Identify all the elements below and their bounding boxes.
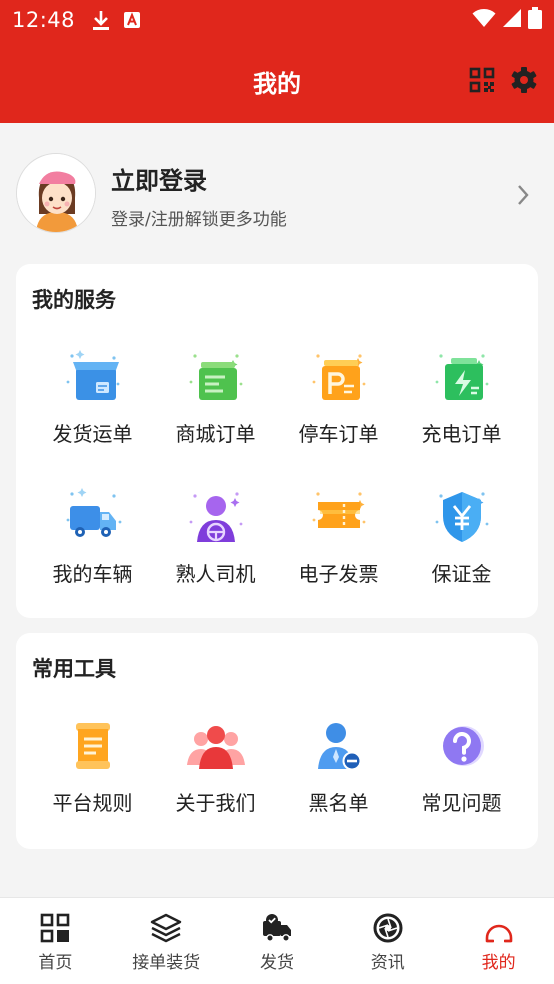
tool-item-platform-rules[interactable]: 平台规则	[31, 713, 154, 816]
tool-label: 关于我们	[175, 791, 256, 815]
profile-icon	[483, 912, 515, 944]
service-item-mall-order[interactable]: 商城订单	[154, 344, 277, 447]
tool-label: 黑名单	[308, 791, 369, 815]
nav-label: 资讯	[370, 953, 405, 973]
tool-label: 常见问题	[421, 791, 502, 815]
blacklist-user-icon	[306, 713, 372, 779]
avatar[interactable]	[16, 153, 96, 233]
service-label: 发货运单	[52, 422, 133, 446]
aperture-icon	[372, 912, 404, 944]
delivery-truck-icon	[261, 912, 293, 944]
service-item-e-invoice[interactable]: 电子发票	[277, 484, 400, 587]
qr-code-icon[interactable]	[469, 67, 495, 93]
tools-title: 常用工具	[32, 657, 116, 681]
cargo-box-icon	[60, 344, 126, 410]
login-title[interactable]: 立即登录	[111, 161, 207, 196]
service-label: 商城订单	[175, 422, 256, 446]
download-icon	[91, 9, 111, 31]
status-time: 12:48	[12, 8, 76, 32]
service-label: 停车订单	[298, 422, 379, 446]
tool-item-about-us[interactable]: 关于我们	[154, 713, 277, 816]
layers-icon	[150, 912, 182, 944]
service-label: 电子发票	[298, 562, 379, 586]
nav-item-mine[interactable]: 我的	[443, 898, 554, 984]
services-title: 我的服务	[32, 288, 116, 312]
nav-label: 接单装货	[132, 953, 201, 973]
wifi-icon	[472, 8, 496, 32]
battery-icon	[528, 7, 542, 33]
nav-item-home[interactable]: 首页	[0, 898, 111, 984]
home-grid-icon	[39, 912, 71, 944]
mall-order-icon	[183, 344, 249, 410]
gear-icon[interactable]	[510, 66, 538, 94]
nav-label: 发货	[259, 953, 294, 973]
status-bar: 12:48	[0, 0, 554, 40]
tool-item-faq[interactable]: 常见问题	[400, 713, 523, 816]
service-label: 我的车辆	[52, 562, 133, 586]
invoice-ticket-icon	[306, 484, 372, 550]
tool-label: 平台规则	[52, 791, 133, 815]
truck-icon	[60, 484, 126, 550]
service-item-my-vehicles[interactable]: 我的车辆	[31, 484, 154, 587]
service-item-parking-order[interactable]: 停车订单	[277, 344, 400, 447]
service-item-shipping-waybill[interactable]: 发货运单	[31, 344, 154, 447]
nav-label: 我的	[481, 953, 516, 973]
tools-card: 常用工具 平台规则 关于我们 黑名单 常见问题	[16, 633, 538, 849]
service-label: 充电订单	[421, 422, 502, 446]
question-icon	[429, 713, 495, 779]
services-card: 我的服务 发货运单 商城订单 停车订单 充电订单 我的车辆 熟人司机 电子发票 …	[16, 264, 538, 618]
nav-item-news[interactable]: 资讯	[332, 898, 443, 984]
a-icon	[123, 11, 141, 29]
nav-item-take-orders[interactable]: 接单装货	[111, 898, 222, 984]
parking-order-icon	[306, 344, 372, 410]
service-label: 保证金	[431, 562, 492, 586]
deposit-shield-icon	[429, 484, 495, 550]
driver-icon	[183, 484, 249, 550]
tool-item-blacklist[interactable]: 黑名单	[277, 713, 400, 816]
service-item-charging-order[interactable]: 充电订单	[400, 344, 523, 447]
profile-section[interactable]: 立即登录 登录/注册解锁更多功能	[0, 123, 554, 253]
team-icon	[183, 713, 249, 779]
top-header: 我的	[0, 40, 554, 123]
nav-item-ship[interactable]: 发货	[222, 898, 333, 984]
service-item-deposit[interactable]: 保证金	[400, 484, 523, 587]
login-subtitle: 登录/注册解锁更多功能	[111, 210, 287, 230]
service-item-acquaintance-driver[interactable]: 熟人司机	[154, 484, 277, 587]
charging-order-icon	[429, 344, 495, 410]
signal-icon	[502, 8, 522, 32]
rules-scroll-icon	[60, 713, 126, 779]
bottom-navigation: 首页 接单装货 发货 资讯 我的	[0, 897, 554, 984]
service-label: 熟人司机	[175, 562, 256, 586]
chevron-right-icon[interactable]	[516, 183, 530, 211]
nav-label: 首页	[38, 953, 73, 973]
